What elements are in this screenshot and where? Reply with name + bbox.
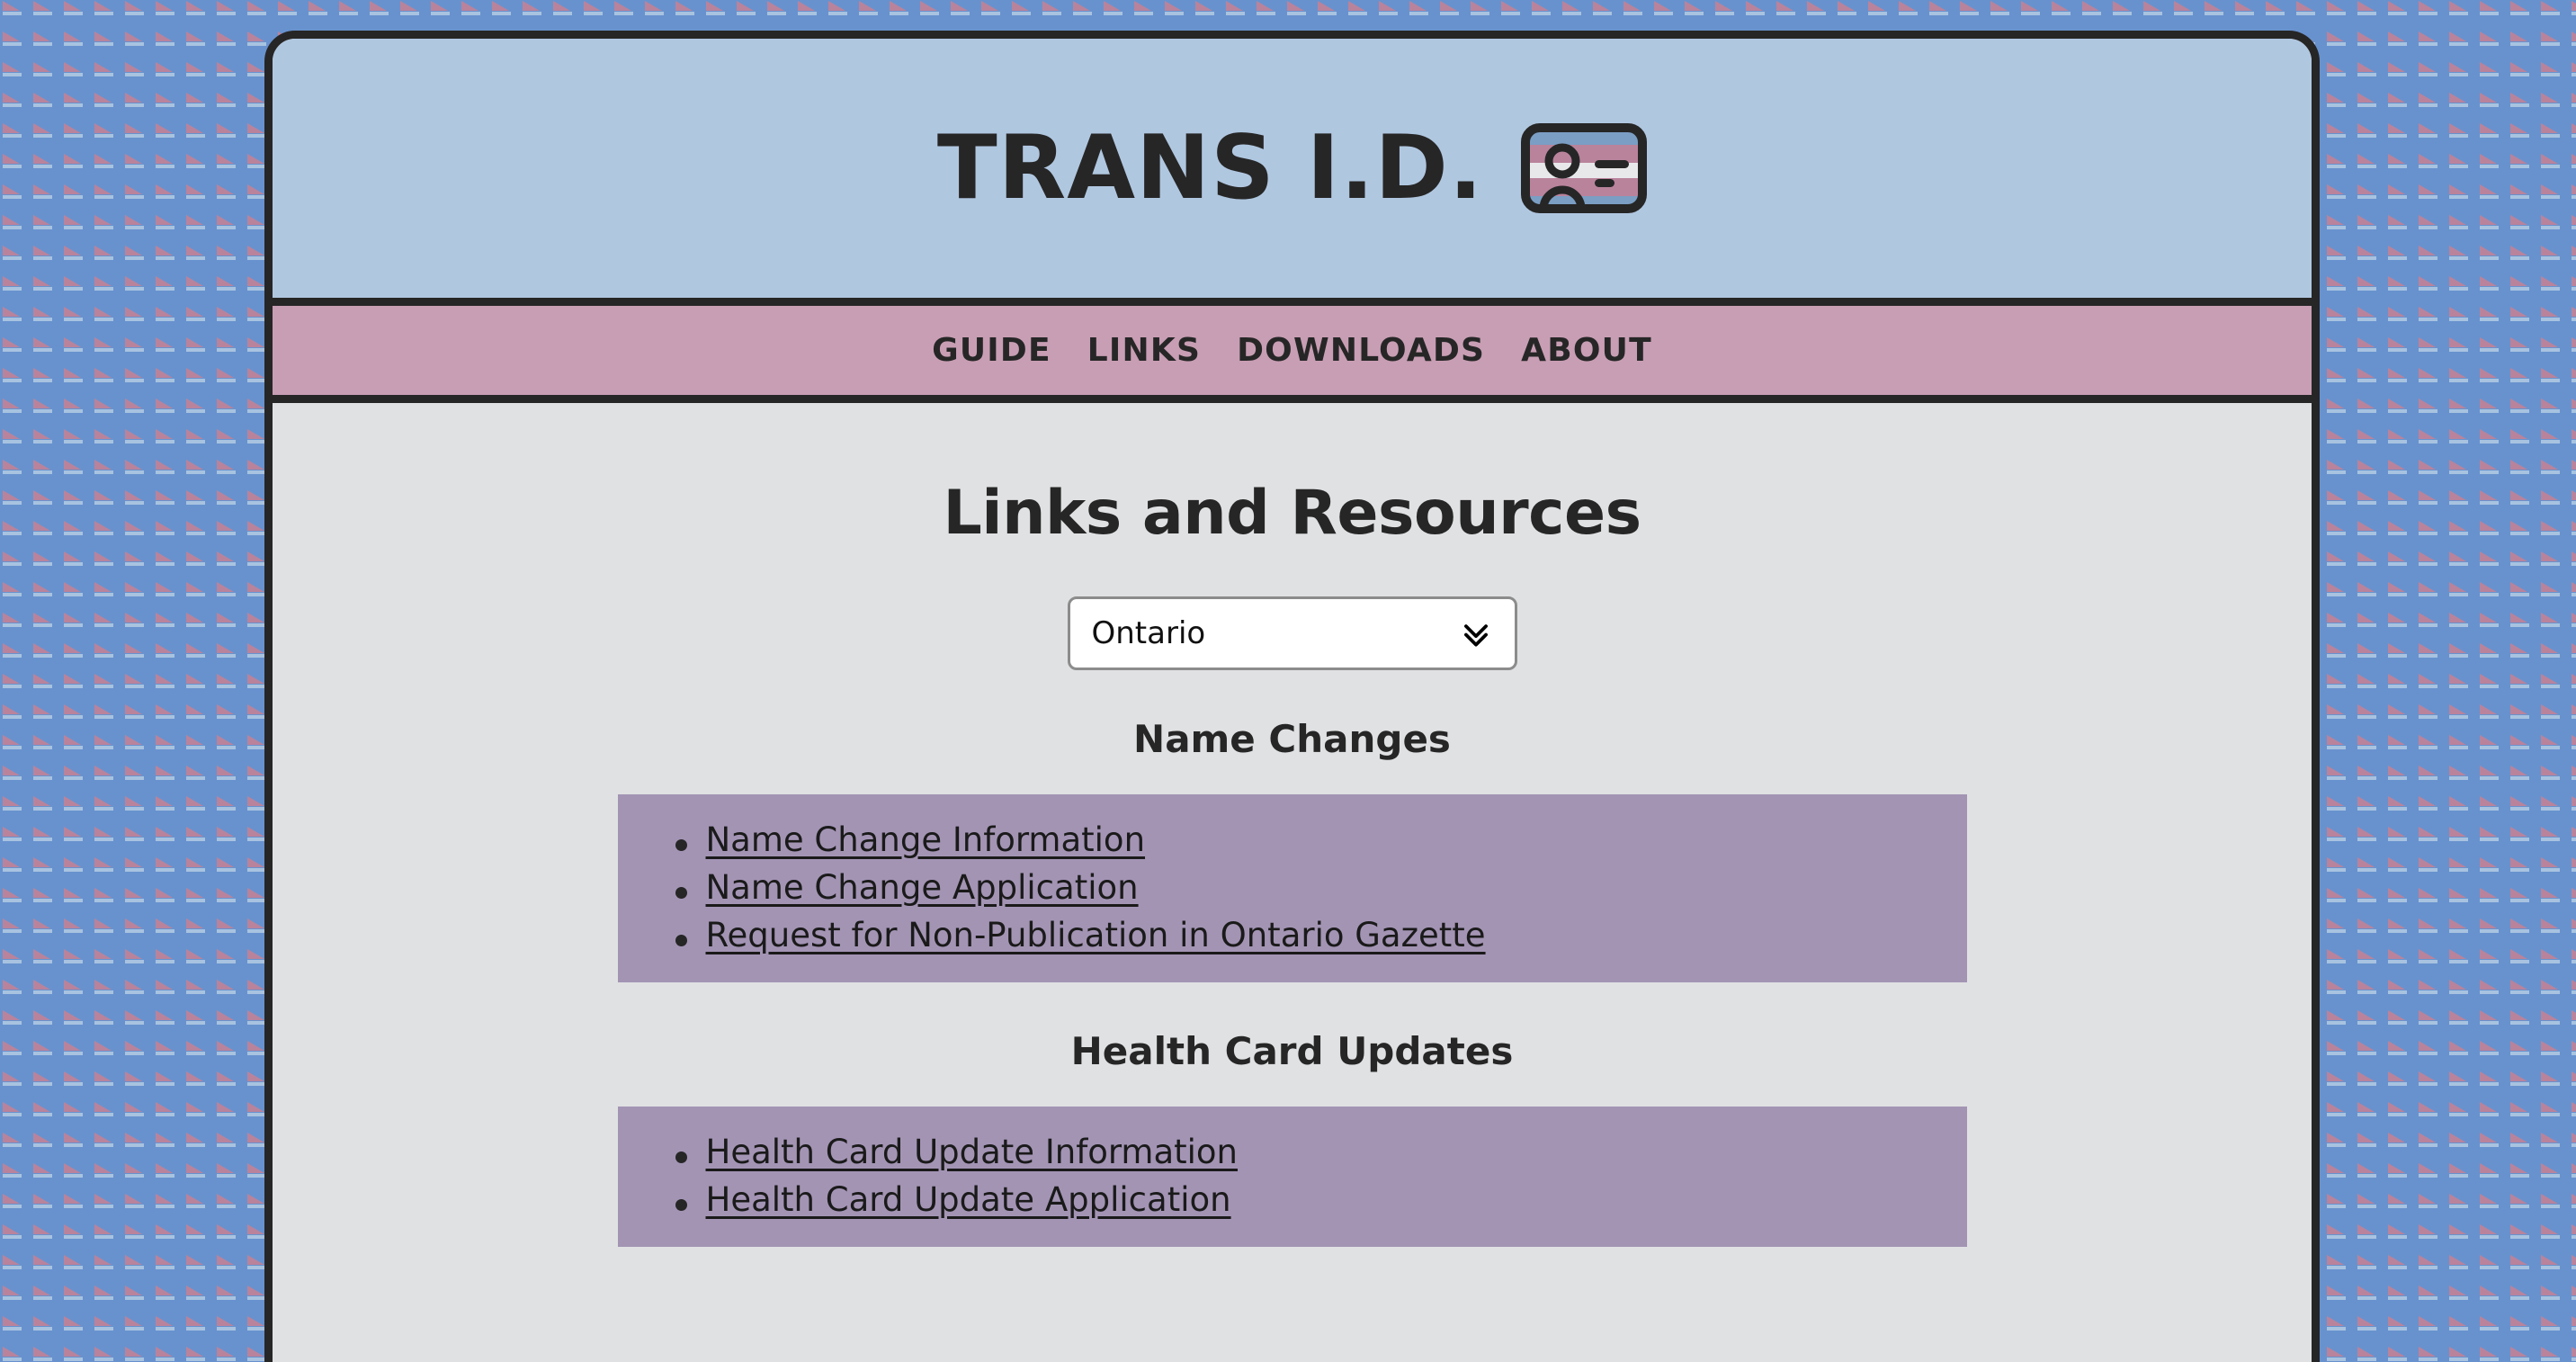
link-block-name-changes: Name Change Information Name Change Appl… (617, 793, 1967, 982)
main-nav: GUIDE LINKS DOWNLOADS ABOUT (273, 306, 2312, 403)
link-list: Health Card Update Information Health Ca… (618, 1135, 1967, 1216)
nav-item-downloads[interactable]: DOWNLOADS (1219, 332, 1503, 369)
bullet-icon (675, 886, 687, 899)
id-card-icon (1521, 123, 1648, 213)
list-item: Name Change Application (668, 871, 1967, 904)
main-content: Links and Resources Ontario Name Changes… (273, 403, 2312, 1362)
resource-link[interactable]: Request for Non-Publication in Ontario G… (706, 916, 1486, 954)
bullet-icon (675, 838, 687, 851)
site-title: TRANS I.D. (936, 117, 1484, 220)
resource-link[interactable]: Name Change Application (706, 868, 1139, 907)
bullet-icon (675, 1198, 687, 1211)
section-heading-health-card-updates: Health Card Updates (1070, 1028, 1514, 1073)
page-title: Links and Resources (943, 478, 1641, 549)
chevron-double-down-icon (1459, 616, 1493, 650)
site-header: TRANS I.D. (273, 39, 2312, 306)
list-item: Health Card Update Information (668, 1135, 1967, 1169)
region-select-value: Ontario (1091, 614, 1206, 651)
nav-item-about[interactable]: ABOUT (1503, 332, 1670, 369)
resource-link[interactable]: Health Card Update Application (706, 1180, 1231, 1219)
bullet-icon (675, 1151, 687, 1163)
resource-link[interactable]: Health Card Update Information (706, 1133, 1239, 1171)
bullet-icon (675, 934, 687, 946)
link-block-health-card-updates: Health Card Update Information Health Ca… (617, 1106, 1967, 1247)
list-item: Health Card Update Application (668, 1183, 1967, 1216)
region-select[interactable]: Ontario (1067, 596, 1517, 670)
page-container: TRANS I.D. GUIDE LINKS DOWNLOADS ABOUT L… (264, 31, 2320, 1362)
link-list: Name Change Information Name Change Appl… (618, 823, 1967, 952)
region-select-wrapper: Ontario (273, 596, 2312, 670)
resource-link[interactable]: Name Change Information (706, 820, 1146, 859)
list-item: Request for Non-Publication in Ontario G… (668, 918, 1967, 952)
section-heading-name-changes: Name Changes (1133, 716, 1451, 761)
nav-item-links[interactable]: LINKS (1069, 332, 1219, 369)
list-item: Name Change Information (668, 823, 1967, 856)
nav-item-guide[interactable]: GUIDE (914, 332, 1069, 369)
